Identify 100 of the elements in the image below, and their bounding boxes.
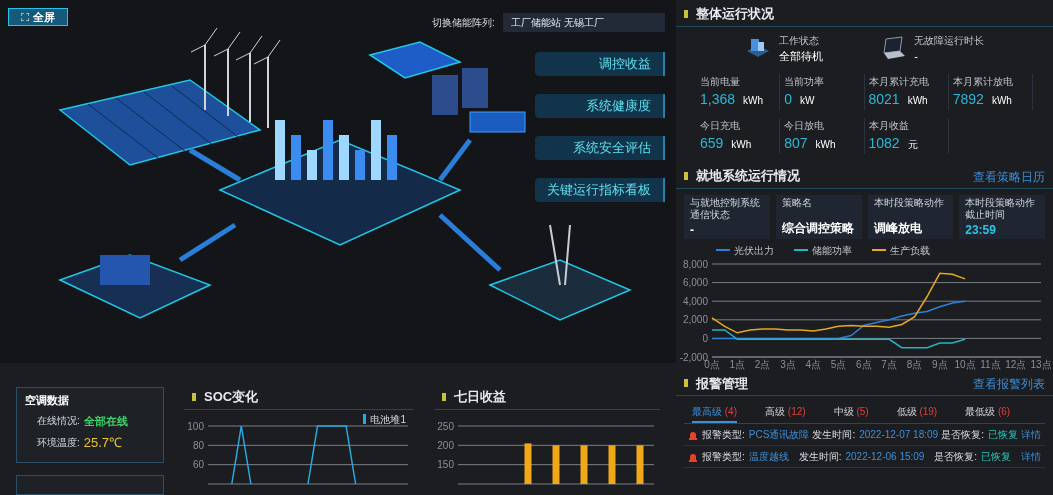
alarm-tab[interactable]: 最低级 (6) (965, 404, 1011, 423)
metric-value: 8021 (868, 90, 900, 109)
menu-button[interactable]: 系统健康度 (535, 94, 665, 118)
metric-label: 今日放电 (784, 119, 826, 133)
array-label: 切换储能阵列: (432, 16, 495, 30)
recovery-status: 已恢复 (987, 428, 1018, 442)
menu-button[interactable]: 关键运行指标看板 (535, 178, 665, 202)
metric-label: 当前电量 (700, 75, 741, 89)
link[interactable]: 查看报警列表 (973, 375, 1045, 393)
card-value: 调峰放电 (873, 219, 923, 237)
field-label: 是否恢复: (934, 450, 978, 464)
section-title: 七日收益 (454, 388, 506, 406)
metric-value: 0 (784, 90, 793, 109)
metric-label: 本月收益 (868, 119, 910, 133)
axis-label: 2,000 (682, 313, 708, 325)
status-value: 全部待机 (778, 48, 823, 64)
axis-label: 8点 (906, 358, 923, 370)
card-label: 策略名 (781, 196, 813, 209)
metric-label: 当前功率 (784, 75, 826, 89)
alarm-time: 2022-12-06 15:09 (845, 450, 925, 464)
axis-label: 100 (187, 420, 204, 431)
detail-link[interactable]: 详情 (1021, 449, 1041, 464)
metric-label: 今日充电 (700, 119, 741, 133)
axis-label: 13点 (1030, 358, 1051, 370)
axis-label: 8,000 (682, 258, 708, 269)
alarm-type: PCS通讯故障 (748, 428, 810, 442)
metric-unit: kW (800, 94, 815, 108)
card-label: 本时段策略动作截止时间 (965, 196, 1037, 221)
alarm-tab[interactable]: 中级 (5) (833, 404, 869, 423)
field-label: 发生时间: (798, 450, 842, 464)
field-label: 发生时间: (812, 428, 856, 442)
axis-label: 150 (437, 458, 454, 470)
metric-value: 1,368 (700, 90, 736, 109)
metric-unit: kWh (731, 138, 752, 152)
axis-label: 0 (702, 332, 708, 344)
array-select[interactable]: 工厂储能站 无锡工厂 (503, 13, 665, 32)
field-label: 报警类型: (702, 450, 745, 464)
status-label: 工作状态 (778, 33, 820, 48)
axis-label: 2点 (754, 358, 771, 370)
metric-unit: kWh (815, 138, 836, 152)
status-value: - (914, 48, 919, 64)
card-value: 综合调控策略 (781, 219, 855, 237)
metric-value: 659 (700, 134, 724, 153)
metric-label: 本月累计充电 (868, 75, 930, 89)
field-label: 是否恢复: (941, 428, 984, 442)
axis-label: 12点 (1005, 358, 1027, 370)
link[interactable]: 查看策略日历 (973, 167, 1045, 186)
menu-button[interactable]: 调控收益 (535, 52, 665, 76)
legend-swatch (363, 414, 367, 424)
axis-label: 60 (192, 458, 204, 470)
section-title: 就地系统运行情况 (696, 167, 800, 185)
section-title: 报警管理 (696, 374, 748, 393)
metric-label: 本月累计放电 (952, 75, 1014, 89)
axis-label: 10点 (954, 358, 976, 370)
legend-label: 电池堆1 (370, 412, 406, 427)
marker-icon (684, 379, 688, 388)
card-label: 与就地控制系统通信状态 (690, 196, 761, 221)
metric-value: 807 (784, 134, 808, 153)
fullscreen-button[interactable]: 全屏 (8, 8, 68, 26)
card-label: 本时段策略动作 (873, 196, 945, 209)
metric-unit: kWh (991, 94, 1012, 108)
legend-label: 光伏出力 (734, 243, 774, 258)
siren-icon (688, 451, 698, 462)
axis-label: 80 (192, 439, 204, 451)
laptop-icon (880, 36, 907, 61)
axis-label: 4,000 (682, 295, 708, 307)
alarm-time: 2022-12-07 18:09 (859, 428, 939, 442)
detail-link[interactable]: 详情 (1020, 427, 1041, 442)
siren-icon (688, 429, 698, 440)
axis-label: 200 (437, 439, 454, 451)
axis-label: 9点 (932, 358, 948, 370)
axis-label: 7点 (881, 358, 897, 370)
card-value: - (690, 221, 695, 239)
field-label: 报警类型: (702, 428, 745, 442)
card-title: 空调数据 (25, 393, 70, 408)
axis-label: 6点 (856, 358, 872, 370)
axis-label: 11点 (980, 358, 1001, 370)
alarm-type: 温度越线 (748, 450, 789, 464)
axis-label: 5点 (830, 358, 847, 370)
field-value: 全部在线 (83, 413, 128, 429)
status-label: 无故障运行时长 (914, 33, 985, 48)
section-title: SOC变化 (204, 388, 259, 406)
alarm-tab[interactable]: 高级 (12) (765, 404, 806, 423)
alarm-tab[interactable]: 低级 (19) (896, 404, 938, 423)
axis-label: 6,000 (682, 276, 708, 288)
marker-icon (192, 392, 196, 401)
expand-icon (21, 13, 29, 21)
card-value: 23:59 (965, 221, 997, 239)
field-label: 在线情况: (37, 414, 80, 429)
marker-icon (684, 9, 688, 18)
metric-unit: kWh (743, 94, 764, 108)
marker-icon (442, 392, 446, 401)
recovery-status: 已恢复 (981, 450, 1012, 464)
field-label: 环境温度: (37, 436, 80, 451)
axis-label: 1点 (729, 358, 746, 370)
axis-label: 3点 (780, 358, 796, 370)
alarm-tab[interactable]: 最高级 (4) (692, 404, 737, 423)
axis-label: 250 (437, 420, 454, 431)
menu-button[interactable]: 系统安全评估 (535, 136, 665, 160)
section-title: 整体运行状况 (696, 5, 774, 23)
